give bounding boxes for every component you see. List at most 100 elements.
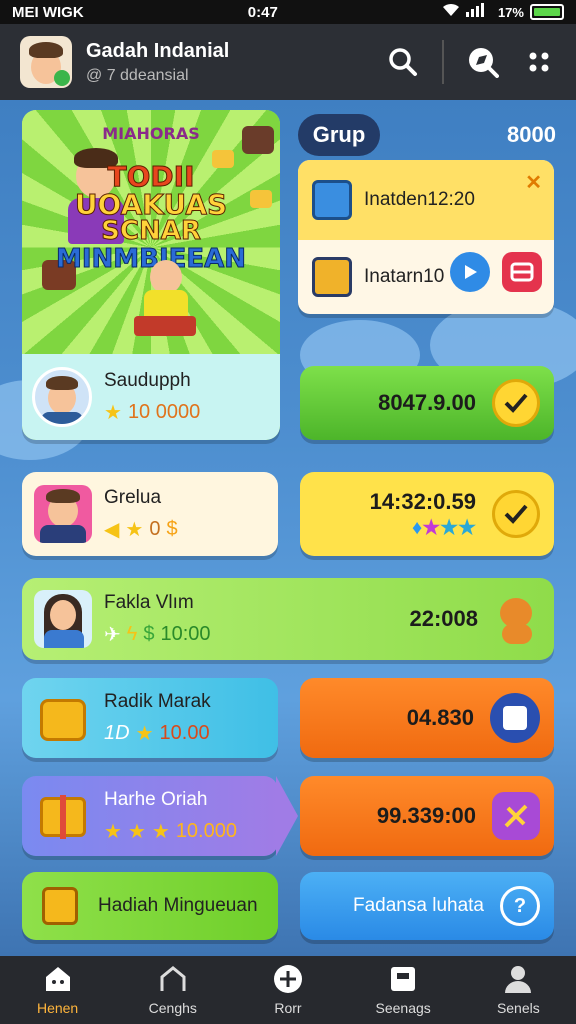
notification-text: Inatarn10 xyxy=(364,266,445,287)
coin-icon: $ xyxy=(166,517,178,540)
banner-line-1: MIAHORAS xyxy=(102,124,200,143)
profile-avatar[interactable] xyxy=(20,36,72,88)
group-value: 8000 xyxy=(507,122,556,147)
nav-tab-2[interactable]: Cenghs xyxy=(123,964,223,1016)
featured-card[interactable]: MIAHORAS TODII UOAKUAS SCNAR MINMBIEEAN … xyxy=(22,110,280,440)
house-outline-icon xyxy=(158,964,188,994)
nav-label: Seenags xyxy=(375,1000,431,1016)
nav-label: Cenghs xyxy=(148,1000,197,1016)
row-value: 99.339:00 xyxy=(376,803,476,828)
profile-name: Gadah Indanial xyxy=(86,39,230,62)
value-pill[interactable]: 04.830 xyxy=(300,678,554,758)
clock: 0:47 xyxy=(247,3,278,21)
lightning-icon: ϟ xyxy=(126,622,138,645)
badge-icon[interactable] xyxy=(492,792,540,840)
featured-player: Saudupph ★ 10 0000 xyxy=(22,354,280,440)
nav-tab-4[interactable]: Seenags xyxy=(353,964,453,1016)
player-avatar xyxy=(34,590,92,648)
reward-button[interactable] xyxy=(502,252,542,292)
home-icon xyxy=(43,964,73,994)
row-label: Hadiah Mingueuan xyxy=(98,895,258,916)
row-value: 14:32:0.59 xyxy=(369,488,476,514)
gift-icon xyxy=(34,787,92,845)
star-icon: ★ xyxy=(125,518,144,541)
value-pill[interactable]: 14:32:0.59 ♦★★★ xyxy=(300,472,554,556)
nav-tab-3[interactable]: Rorr xyxy=(238,964,338,1016)
battery-icon xyxy=(529,4,564,20)
list-item[interactable]: Harhe Oriah ★ ★ ★ 10.000 xyxy=(22,776,278,856)
lightning-icon: ◀ xyxy=(104,518,120,541)
screen-icon xyxy=(388,964,418,994)
featured-value-pill[interactable]: 8047.9.00 xyxy=(300,366,554,440)
list-item[interactable]: Radik Marak 1D ★ 10.00 xyxy=(22,678,278,758)
app-header: Gadah Indanial @ 7 ddeansial xyxy=(0,24,576,100)
player-points: 10.00 xyxy=(159,721,210,744)
row-value: Fadansa luhata xyxy=(353,895,484,916)
header-divider xyxy=(442,40,444,84)
player-points: 10 0000 xyxy=(127,400,201,423)
nav-tab-5[interactable]: Senels xyxy=(468,964,568,1016)
row-value: 04.830 xyxy=(406,705,474,730)
bottom-navigation: Henen Cenghs Rorr Seenags Senels xyxy=(0,956,576,1024)
folder-icon xyxy=(312,257,352,297)
carrier-label: MEI WIGK xyxy=(12,3,84,21)
gift-icon xyxy=(34,689,92,747)
box-icon[interactable] xyxy=(490,693,540,743)
play-button[interactable] xyxy=(450,252,490,292)
player-name: Harhe Oriah xyxy=(104,788,208,810)
row-value: 22:008 xyxy=(409,606,478,631)
person-icon xyxy=(503,964,533,994)
star-icon: ★ xyxy=(104,820,122,843)
player-name: Saudupph xyxy=(104,369,191,391)
value-pill[interactable]: Fadansa luhata ? xyxy=(300,872,554,940)
arrow-connector xyxy=(276,776,298,856)
notification-text: Inatden12:20 xyxy=(364,189,475,210)
list-item[interactable]: Hadiah Mingueuan xyxy=(22,872,278,940)
list-item[interactable]: Fakla Vlım ✈ ϟ $ 10:00 22:008 xyxy=(22,578,554,660)
signal-icon xyxy=(465,3,492,21)
group-tab[interactable]: Grup xyxy=(298,114,380,156)
nav-label: Senels xyxy=(496,1000,540,1016)
status-bar: MEI WIGK 0:47 17% xyxy=(0,0,576,24)
notification-panel: Inatden12:20 ✕ Inatarn10 xyxy=(298,160,554,314)
player-avatar xyxy=(34,485,92,543)
player-points: 10:00 xyxy=(160,622,211,645)
plane-icon: ✈ xyxy=(104,623,121,646)
star-icon: ★ xyxy=(104,401,122,424)
row-prefix: 1D xyxy=(104,721,130,744)
close-icon[interactable]: ✕ xyxy=(525,170,542,195)
treasure-icon xyxy=(34,881,84,931)
stars-rating: ♦★★★ xyxy=(411,516,476,539)
explore-icon[interactable] xyxy=(466,45,500,79)
value-pill[interactable]: 99.339:00 xyxy=(300,776,554,856)
nav-label: Henen xyxy=(36,1000,79,1016)
chat-icon[interactable]: ? xyxy=(500,886,540,926)
player-name: Fakla Vlım xyxy=(104,591,194,613)
wifi-icon xyxy=(442,3,460,21)
star-icon: ★ xyxy=(151,820,170,843)
plus-icon xyxy=(273,964,303,994)
list-item[interactable]: Grelua ◀ ★ 0 $ xyxy=(22,472,278,556)
player-name: Radik Marak xyxy=(104,690,211,712)
featured-value: 8047.9.00 xyxy=(378,390,476,415)
battery-percent: 17% xyxy=(497,4,524,20)
teddy-bear-icon xyxy=(492,594,540,644)
check-icon[interactable] xyxy=(492,379,540,427)
profile-handle: @ 7 ddeansial xyxy=(86,66,189,84)
notification-item[interactable]: Inatden12:20 ✕ xyxy=(298,160,554,240)
star-icon: ★ xyxy=(135,722,154,745)
nav-label: Rorr xyxy=(274,1000,302,1016)
banner-line-4: SCNAR xyxy=(101,216,202,247)
dollar-icon: $ xyxy=(143,622,155,645)
player-points: 0 xyxy=(149,517,161,540)
nav-home[interactable]: Henen xyxy=(8,964,108,1016)
search-icon[interactable] xyxy=(386,45,420,79)
check-icon[interactable] xyxy=(492,490,540,538)
player-avatar xyxy=(32,367,92,427)
player-name: Grelua xyxy=(104,486,162,508)
grid-menu-icon[interactable] xyxy=(522,45,556,79)
window-icon xyxy=(312,180,352,220)
star-icon: ★ xyxy=(127,820,146,843)
seated-character-icon xyxy=(130,260,200,340)
player-points: 10.000 xyxy=(175,819,237,842)
